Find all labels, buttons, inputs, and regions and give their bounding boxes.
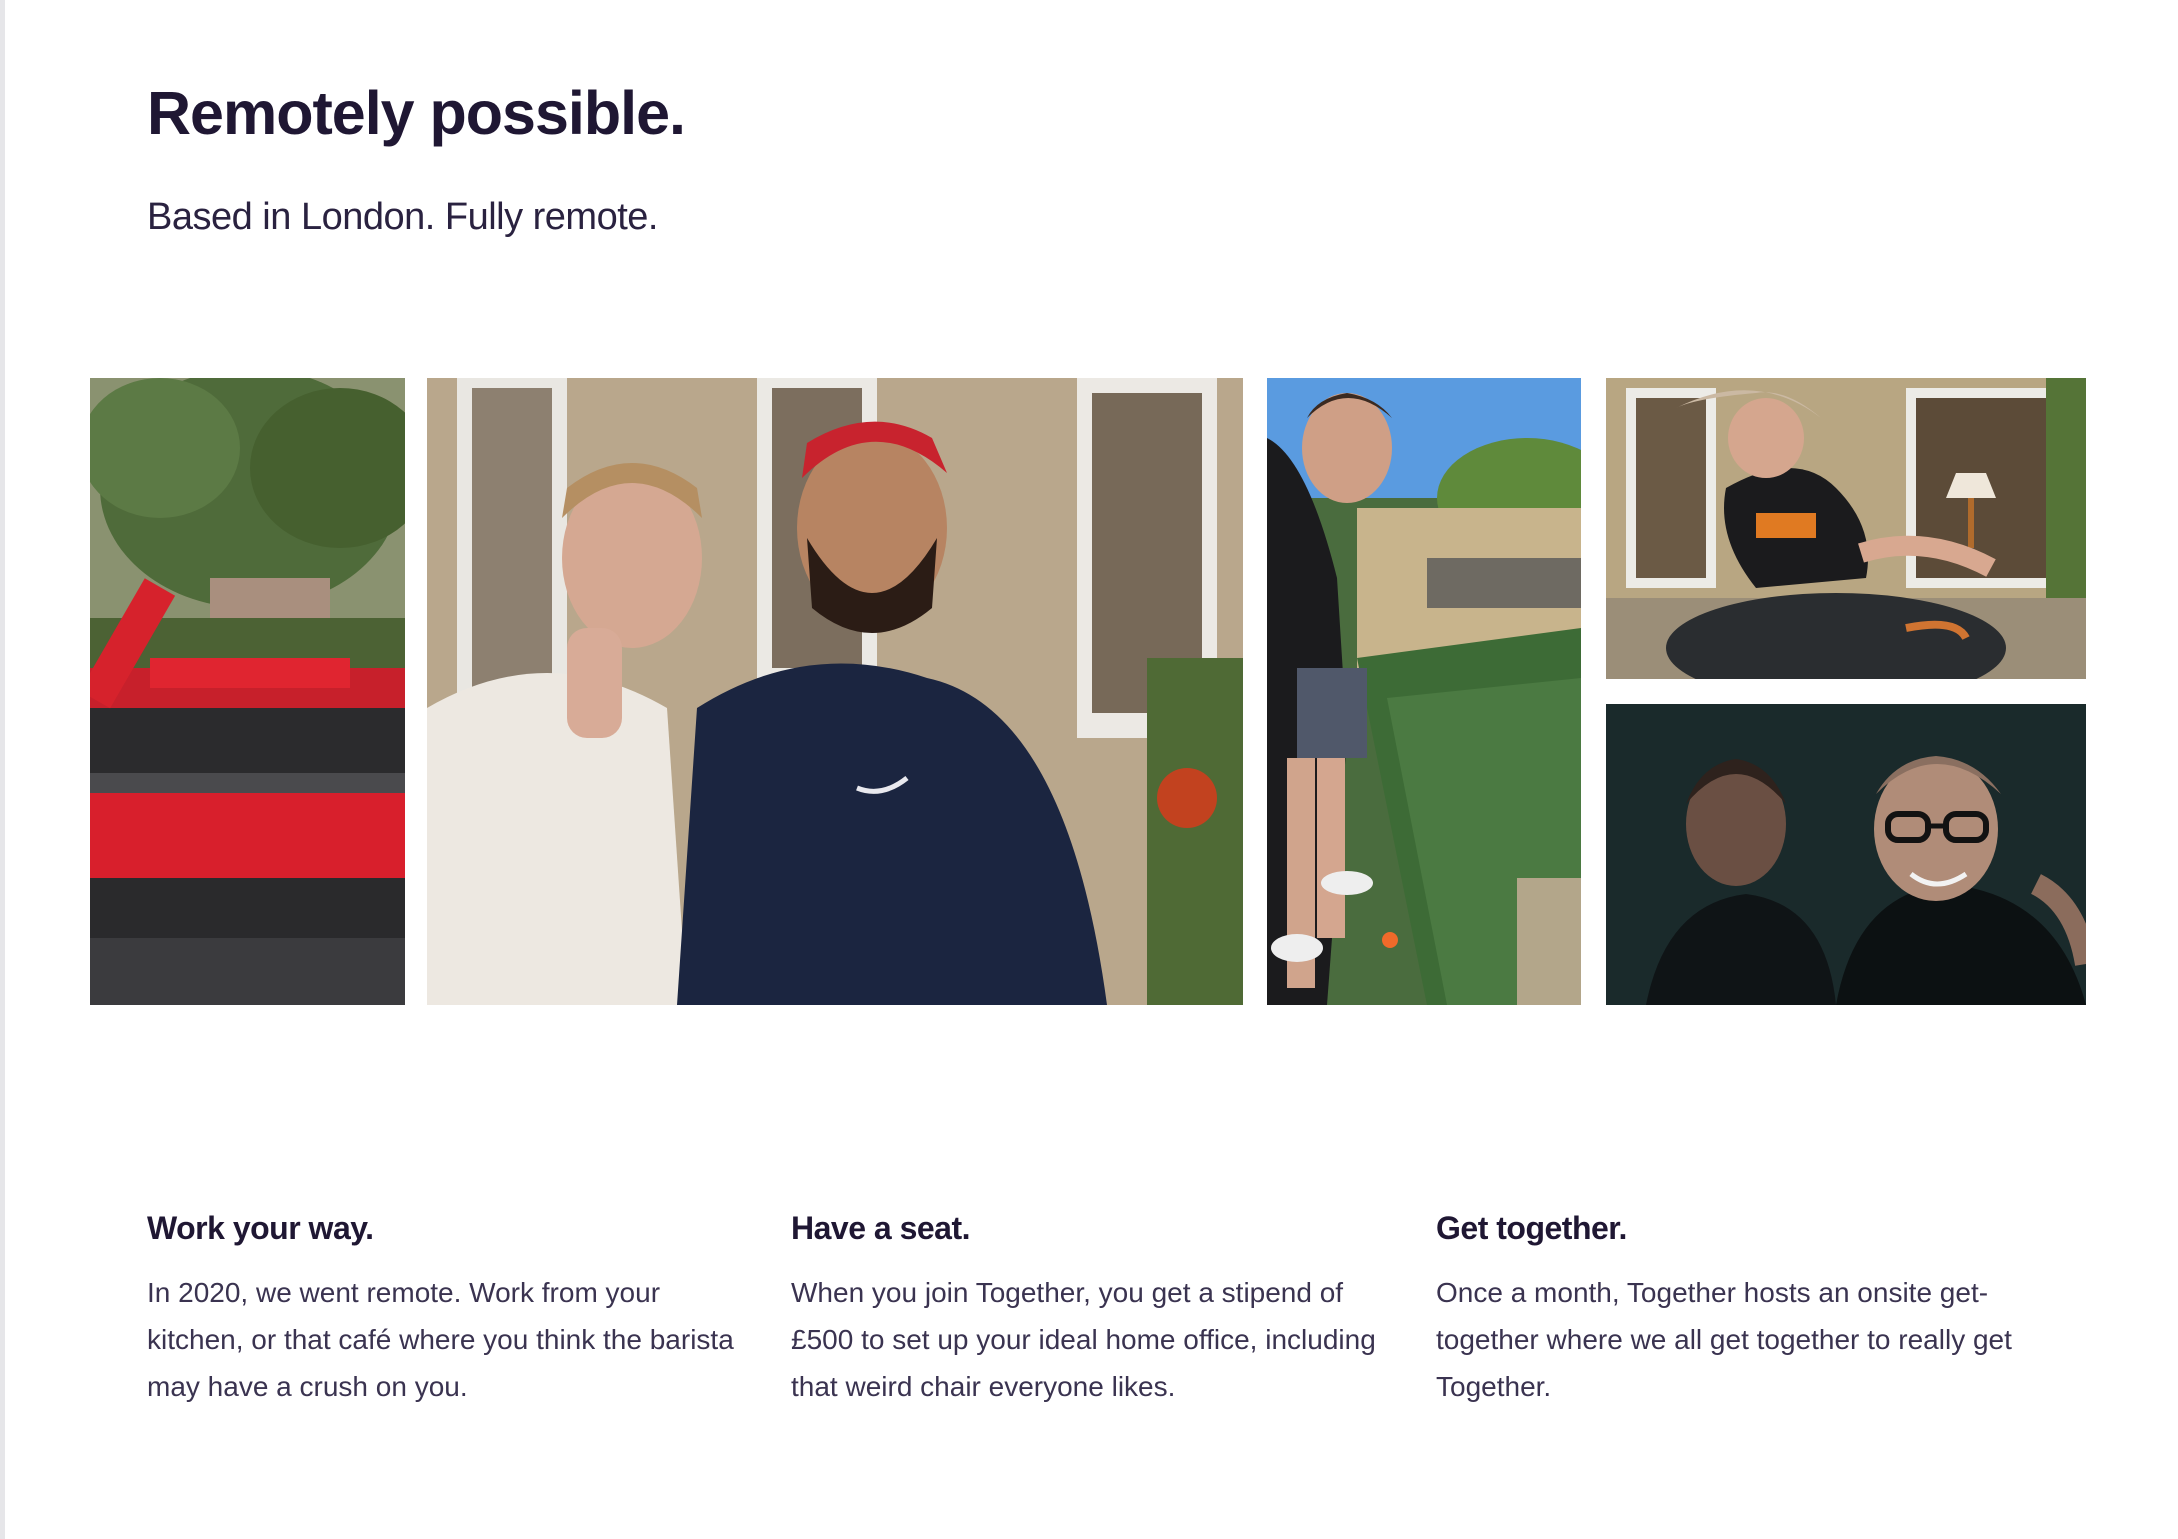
gallery-photo-inflatable <box>90 378 405 1005</box>
feature-title: Work your way. <box>147 1210 374 1246</box>
feature-body: When you join Together, you get a stipen… <box>791 1277 1376 1402</box>
gallery-photo-two-men-dark <box>1606 704 2086 1005</box>
feature-have-a-seat: Have a seat. When you join Together, you… <box>791 1210 1391 1410</box>
gallery-photo-mechanical-bull <box>1606 378 2086 679</box>
page-left-border <box>0 0 5 1539</box>
feature-work-your-way: Work your way. In 2020, we went remote. … <box>147 1210 747 1410</box>
feature-body: Once a month, Together hosts an onsite g… <box>1436 1277 2012 1402</box>
feature-get-together: Get together. Once a month, Together hos… <box>1436 1210 2036 1410</box>
gallery-photo-mini-golf <box>1267 378 1581 1005</box>
feature-body: In 2020, we went remote. Work from your … <box>147 1277 734 1402</box>
feature-title: Get together. <box>1436 1210 1627 1246</box>
feature-title: Have a seat. <box>791 1210 971 1246</box>
gallery-photo-two-men <box>427 378 1243 1005</box>
page-subtitle: Based in London. Fully remote. <box>147 196 658 238</box>
page-title: Remotely possible. <box>147 79 686 147</box>
